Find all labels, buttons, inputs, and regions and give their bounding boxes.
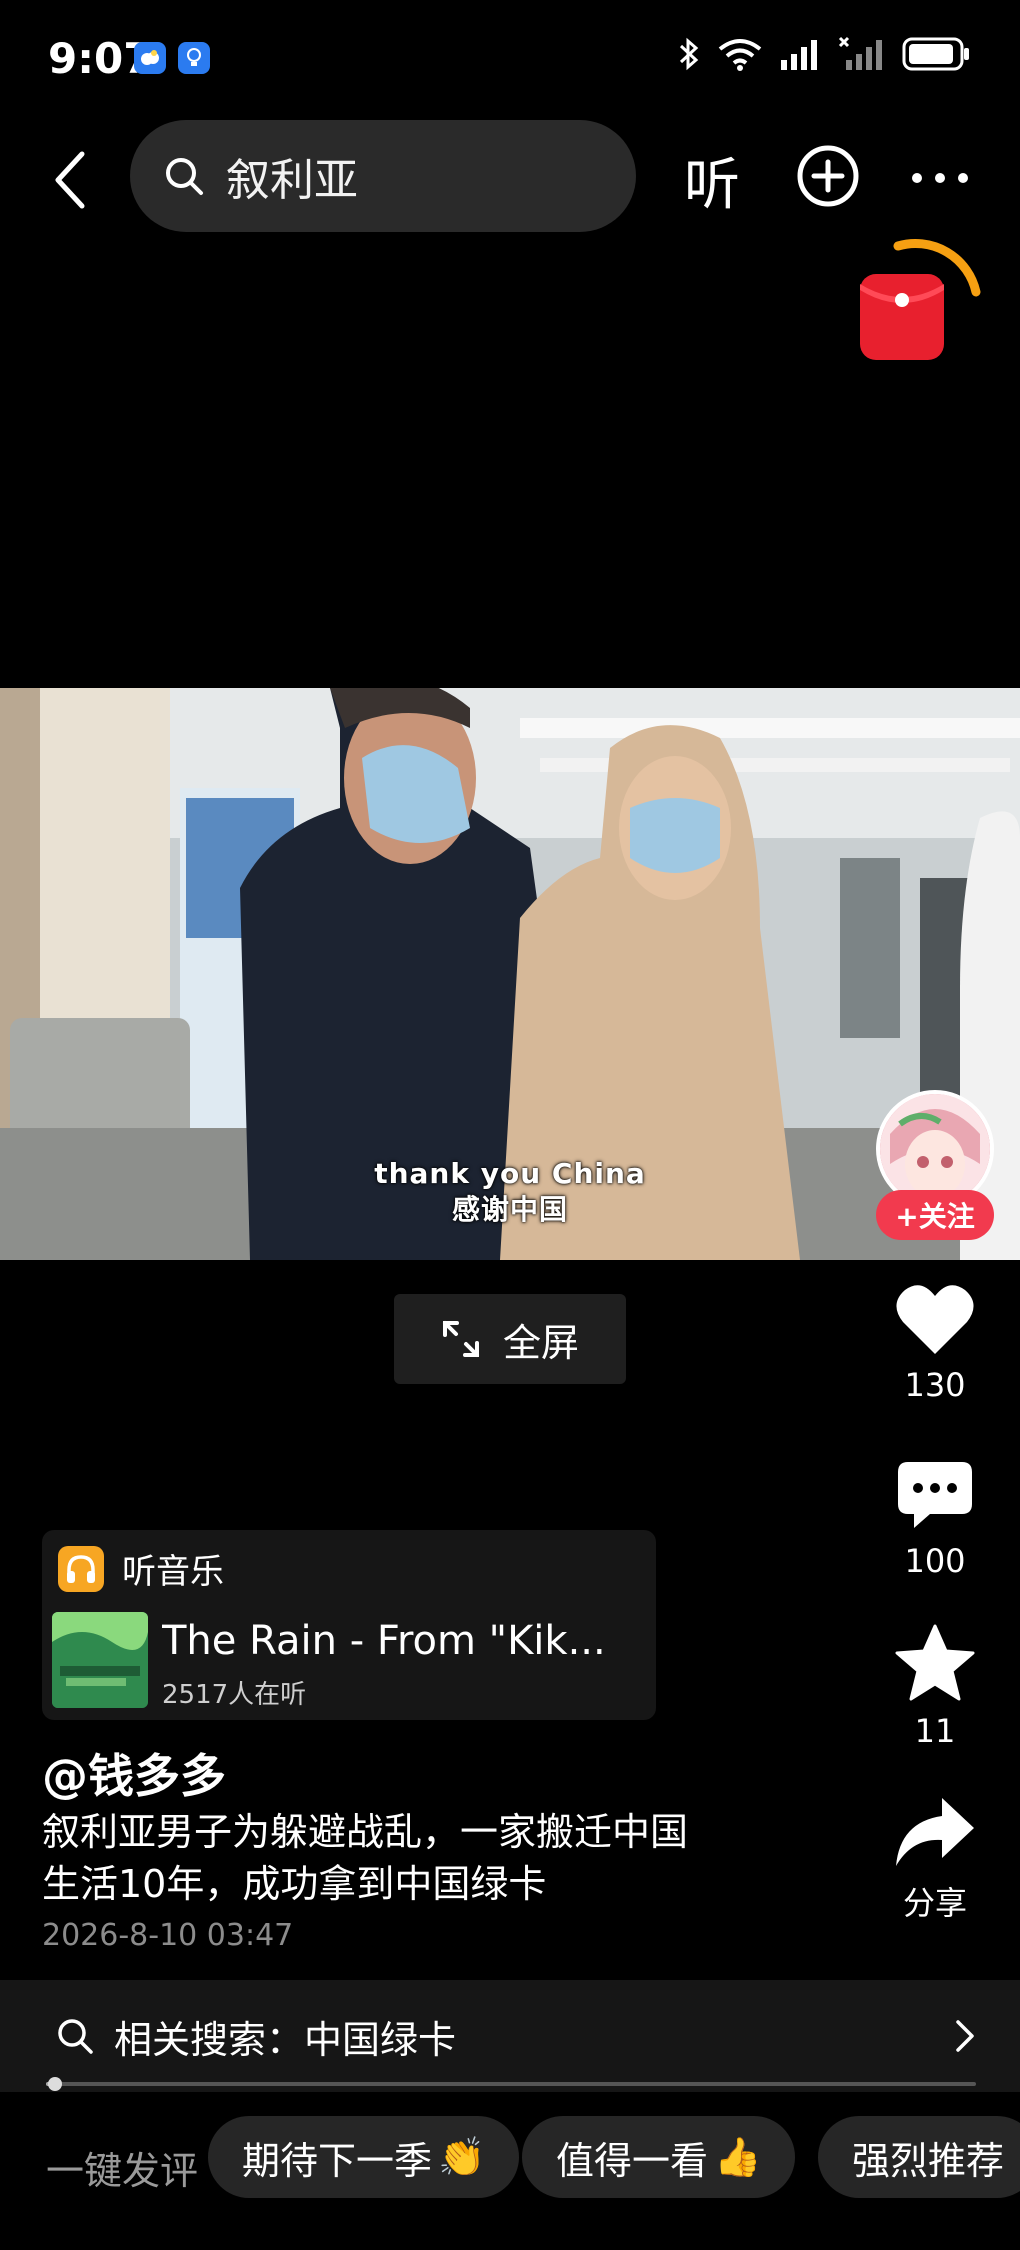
add-button[interactable] [796, 144, 860, 208]
related-search-label: 相关搜索：中国绿卡 [114, 2017, 457, 2062]
music-header: 听音乐 [58, 1544, 224, 1593]
quick-comment-bar: 一键发评 期待下一季 👏 值得一看 👍 强烈推荐 [0, 2100, 1020, 2250]
listen-button[interactable]: 听 [684, 140, 740, 221]
thumbs-up-emoji: 👍 [714, 2134, 762, 2179]
quick-comment-chip-3[interactable]: 强烈推荐 [818, 2116, 1020, 2198]
wifi-icon [718, 39, 762, 71]
expand-icon [442, 1321, 479, 1357]
back-button[interactable] [40, 140, 100, 220]
red-packet-icon [860, 238, 981, 360]
share-button[interactable]: 分享 [876, 1796, 994, 1924]
music-title: The Rain - From "Kik... [162, 1618, 606, 1664]
bluetooth-icon [679, 37, 699, 71]
music-listeners: 2517人在听 [162, 1680, 307, 1710]
signal-icon [781, 40, 817, 70]
chip-text: 值得一看 [556, 2138, 709, 2183]
music-cover-image [52, 1612, 148, 1708]
comment-button[interactable]: 100 [876, 1460, 994, 1580]
comment-count: 100 [904, 1542, 966, 1580]
post-description: 叙利亚男子为躲避战乱，一家搬迁中国 生活10年，成功拿到中国绿卡 [42, 1806, 802, 1910]
video-subtitle: thank you China 感谢中国 [0, 1156, 1020, 1228]
search-query: 叙利亚 [226, 155, 358, 206]
quick-comment-label[interactable]: 一键发评 [46, 2140, 198, 2195]
more-dots-icon [912, 173, 968, 183]
like-button[interactable]: 130 [876, 1282, 994, 1404]
description-line-1: 叙利亚男子为躲避战乱，一家搬迁中国 [42, 1810, 689, 1854]
video-progress-bar[interactable] [46, 2077, 976, 2091]
battery-icon [902, 37, 969, 71]
red-packet-button[interactable] [856, 234, 986, 364]
plus-circle-icon [797, 145, 859, 207]
description-line-2: 生活10年，成功拿到中国绿卡 [42, 1862, 547, 1906]
headphones-icon [58, 1545, 104, 1592]
clap-emoji: 👏 [438, 2134, 486, 2179]
search-icon [166, 158, 203, 195]
star-icon [895, 1624, 975, 1701]
fullscreen-button[interactable]: 全屏 [394, 1294, 626, 1384]
author-name[interactable]: @钱多多 [42, 1740, 226, 1806]
follow-button[interactable]: +关注 [876, 1190, 994, 1240]
status-bar: 9:07 [0, 0, 1020, 120]
share-label: 分享 [902, 1884, 967, 1922]
music-tag-label: 听音乐 [122, 1552, 224, 1592]
status-right-icons [678, 36, 972, 72]
quick-comment-chip-2[interactable]: 值得一看 👍 [522, 2116, 796, 2198]
favorite-count: 11 [914, 1712, 956, 1750]
fullscreen-label: 全屏 [502, 1320, 579, 1365]
comment-icon [898, 1462, 972, 1528]
chevron-left-icon [55, 151, 85, 209]
avatar-image [880, 1094, 990, 1204]
bulb-app-icon [178, 42, 210, 74]
heart-icon [896, 1285, 974, 1354]
quick-comment-chip-1[interactable]: 期待下一季 👏 [208, 2116, 520, 2198]
subtitle-line-2: 感谢中国 [451, 1193, 568, 1226]
share-arrow-icon [896, 1798, 974, 1866]
signal-no-service-icon [838, 36, 882, 70]
search-icon [58, 2019, 93, 2054]
like-count: 130 [904, 1366, 966, 1404]
post-date: 2026-8-10 03:47 [42, 1918, 294, 1953]
chevron-right-icon [956, 2020, 974, 2052]
subtitle-line-1: thank you China [374, 1157, 646, 1190]
music-card[interactable]: 听音乐 The Rain - From "Kik... 2517人在听 [42, 1530, 656, 1720]
more-button[interactable] [910, 170, 970, 184]
chip-text: 强烈推荐 [852, 2138, 1005, 2183]
related-search-bar[interactable]: 相关搜索：中国绿卡 [0, 1980, 1020, 2092]
weather-app-icon [134, 42, 166, 74]
chip-text: 期待下一季 [242, 2138, 433, 2183]
favorite-button[interactable]: 11 [876, 1624, 994, 1750]
search-input[interactable]: 叙利亚 [130, 120, 636, 232]
